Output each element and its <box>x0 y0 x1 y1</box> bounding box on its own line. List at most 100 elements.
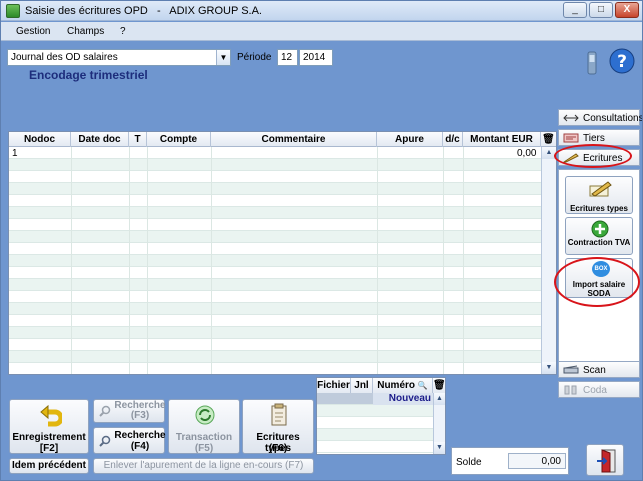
enregistrement-key: [F2] <box>39 443 59 454</box>
close-button[interactable]: X <box>615 2 639 18</box>
journal-select-value: Journal des OD salaires <box>11 52 118 63</box>
table-row[interactable] <box>9 219 541 231</box>
list-item[interactable] <box>317 405 433 417</box>
ecritures-types-bottom-button[interactable]: Ecritures types (F6) <box>242 399 314 454</box>
trash-icon[interactable]: 🗑 <box>541 132 556 147</box>
plus-icon <box>591 220 609 238</box>
table-row[interactable] <box>9 231 541 243</box>
maximize-button[interactable]: □ <box>589 2 613 18</box>
table-row[interactable] <box>9 279 541 291</box>
file-grid-scrollbar[interactable]: ▲ ▼ <box>433 393 445 454</box>
tab-consultations-label: Consultations <box>583 113 643 124</box>
table-row[interactable] <box>9 207 541 219</box>
recherche-f4-button[interactable]: Recherche (F4) <box>93 427 166 454</box>
title-bar: Saisie des écritures OPD - ADIX GROUP S.… <box>1 1 642 21</box>
contraction-tva-label: Contraction TVA <box>567 238 631 247</box>
column-divider <box>211 147 212 374</box>
col-fichier[interactable]: Fichier <box>317 378 351 393</box>
table-row[interactable]: 1 0,00 <box>9 147 541 159</box>
trash-icon[interactable]: 🗑 <box>433 378 446 393</box>
journal-select[interactable]: Journal des OD salaires ▼ <box>7 49 231 66</box>
table-row[interactable] <box>9 303 541 315</box>
col-t[interactable]: T <box>129 132 147 147</box>
table-row[interactable] <box>9 159 541 171</box>
recherche-f3-button[interactable]: Recherche (F3) <box>93 399 166 423</box>
recherche-f4-key: (F4) <box>130 441 150 452</box>
table-row[interactable] <box>9 255 541 267</box>
col-date-doc[interactable]: Date doc <box>71 132 129 147</box>
table-row[interactable] <box>9 351 541 363</box>
scroll-down-icon[interactable]: ▼ <box>434 442 445 454</box>
col-montant-eur[interactable]: Montant EUR <box>463 132 541 147</box>
column-divider <box>463 147 464 374</box>
menu-gestion[interactable]: Gestion <box>16 26 50 37</box>
scroll-up-icon[interactable]: ▲ <box>434 393 445 405</box>
enregistrement-button[interactable]: Enregistrement [F2] <box>9 399 89 454</box>
page-subtitle: Encodage trimestriel <box>29 68 148 82</box>
svg-text:?: ? <box>617 52 627 72</box>
right-panel: Consultations Tiers Ecritures Ecritures … <box>558 109 643 399</box>
column-divider <box>71 147 72 374</box>
menu-help[interactable]: ? <box>120 26 126 37</box>
solde-label: Solde <box>456 457 482 468</box>
periode-month-field[interactable]: 12 <box>277 49 298 66</box>
pen-icon <box>562 153 579 163</box>
minimize-button[interactable]: _ <box>563 2 587 18</box>
idem-precedent-button[interactable]: Idem précédent <box>9 458 89 474</box>
row-nodoc: 1 <box>12 148 18 159</box>
col-nodoc[interactable]: Nodoc <box>9 132 71 147</box>
ecritures-types-button[interactable]: Ecritures types <box>565 176 633 214</box>
scroll-up-icon[interactable]: ▲ <box>542 147 556 159</box>
col-commentaire[interactable]: Commentaire <box>211 132 377 147</box>
tab-scan[interactable]: Scan <box>558 361 640 378</box>
periode-year-field[interactable]: 2014 <box>299 49 333 66</box>
tab-tiers[interactable]: Tiers <box>558 129 640 146</box>
table-row[interactable] <box>9 327 541 339</box>
import-salaire-soda-button[interactable]: BOX Import salaire SODA <box>565 258 633 298</box>
table-row[interactable] <box>9 339 541 351</box>
clipboard-icon <box>271 403 287 426</box>
col-dc[interactable]: d/c <box>443 132 463 147</box>
file-grid[interactable]: Fichier Jnl Numéro 🔍 🗑 Nouveau ▲ ▼ <box>316 377 446 455</box>
tab-coda[interactable]: Coda <box>558 381 640 398</box>
col-numero[interactable]: Numéro 🔍 <box>373 378 433 393</box>
list-item[interactable]: Nouveau <box>317 393 433 405</box>
periode-label: Période <box>237 52 272 63</box>
scanner-icon <box>563 365 579 375</box>
transaction-button[interactable]: Transaction (F5) <box>168 399 240 454</box>
list-item[interactable] <box>317 429 433 441</box>
column-divider <box>147 147 148 374</box>
scroll-down-icon[interactable]: ▼ <box>542 362 556 374</box>
exit-button[interactable] <box>586 444 624 476</box>
contraction-tva-button[interactable]: Contraction TVA <box>565 217 633 255</box>
menu-champs[interactable]: Champs <box>67 26 104 37</box>
entries-grid[interactable]: Nodoc Date doc T Compte Commentaire Apur… <box>8 131 557 375</box>
table-row[interactable] <box>9 171 541 183</box>
search-icon[interactable]: 🔍 <box>418 381 428 390</box>
table-row[interactable] <box>9 243 541 255</box>
help-icon[interactable]: ? <box>609 48 635 74</box>
enlever-apurement-button[interactable]: Enlever l'apurement de la ligne en-cours… <box>93 458 314 474</box>
tab-ecritures[interactable]: Ecritures <box>558 149 640 166</box>
col-apure[interactable]: Apure <box>377 132 443 147</box>
people-icon <box>563 133 579 143</box>
grid-body[interactable]: 1 0,00 <box>9 147 541 374</box>
tab-consultations[interactable]: Consultations <box>558 109 643 126</box>
table-row[interactable] <box>9 267 541 279</box>
col-jnl[interactable]: Jnl <box>351 378 373 393</box>
col-compte[interactable]: Compte <box>147 132 211 147</box>
chevron-down-icon[interactable]: ▼ <box>216 50 230 65</box>
phone-icon[interactable] <box>586 51 598 75</box>
list-item[interactable] <box>317 417 433 429</box>
table-row[interactable] <box>9 363 541 374</box>
pen-paper-icon <box>589 181 612 197</box>
list-item[interactable] <box>317 441 433 453</box>
table-row[interactable] <box>9 315 541 327</box>
table-row[interactable] <box>9 183 541 195</box>
import-salaire-soda-label: Import salaire SODA <box>572 280 626 298</box>
table-row[interactable] <box>9 291 541 303</box>
grid-vertical-scrollbar[interactable]: ▲ ▼ <box>541 147 556 374</box>
recherche-f3-key: (F3) <box>130 410 150 421</box>
table-row[interactable] <box>9 195 541 207</box>
magnifier-icon <box>99 405 111 420</box>
